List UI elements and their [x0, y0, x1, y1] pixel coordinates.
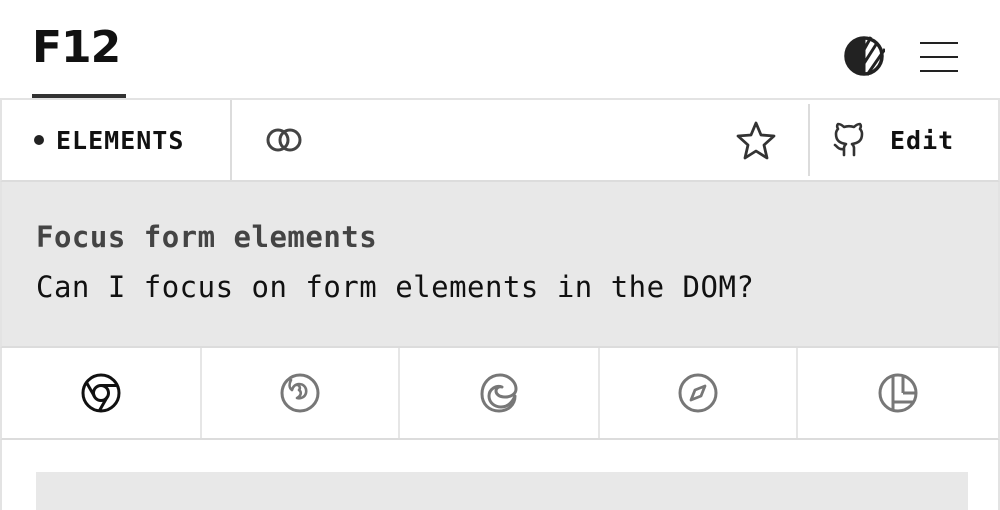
question-text: Can I focus on form elements in the DOM? [36, 270, 755, 304]
firefox-icon [280, 373, 320, 413]
browser-tabs [0, 348, 1000, 440]
edit-label: Edit [890, 125, 955, 155]
safari-icon [678, 373, 718, 413]
polypane-icon [878, 373, 918, 413]
edit-on-github-button[interactable]: Edit [832, 116, 982, 164]
logo-active-underline [32, 94, 126, 98]
hamburger-menu-icon-line [920, 70, 958, 72]
question-title: Focus form elements [36, 220, 378, 254]
question-toolbar: ELEMENTS Edit [0, 100, 1000, 182]
tab-safari[interactable] [600, 348, 798, 438]
answer-content [0, 440, 1000, 510]
tab-polypane[interactable] [798, 348, 998, 438]
theme-toggle-icon [844, 36, 885, 76]
tab-chrome[interactable] [2, 348, 202, 438]
tab-edge[interactable] [400, 348, 600, 438]
category-label: ELEMENTS [56, 125, 185, 155]
tab-firefox[interactable] [202, 348, 400, 438]
favorite-button[interactable] [732, 116, 780, 164]
content-block [36, 472, 968, 510]
link-icon [266, 128, 302, 152]
github-icon [833, 122, 864, 157]
category-dot [34, 135, 44, 145]
toolbar-divider [808, 104, 810, 176]
site-header: F12 [0, 0, 1000, 100]
question-panel: Focus form elements Can I focus on form … [0, 182, 1000, 348]
menu-button[interactable] [918, 40, 962, 74]
star-icon [736, 121, 776, 160]
chrome-icon [81, 373, 121, 413]
copy-link-button[interactable] [260, 118, 308, 162]
theme-toggle-button[interactable] [842, 34, 886, 78]
edge-icon [480, 373, 518, 413]
logo-text[interactable]: F12 [32, 24, 121, 72]
category-link[interactable]: ELEMENTS [2, 100, 232, 180]
logo[interactable]: F12 [32, 18, 126, 98]
hamburger-menu-icon-line [920, 56, 958, 58]
hamburger-menu-icon-line [920, 42, 958, 44]
